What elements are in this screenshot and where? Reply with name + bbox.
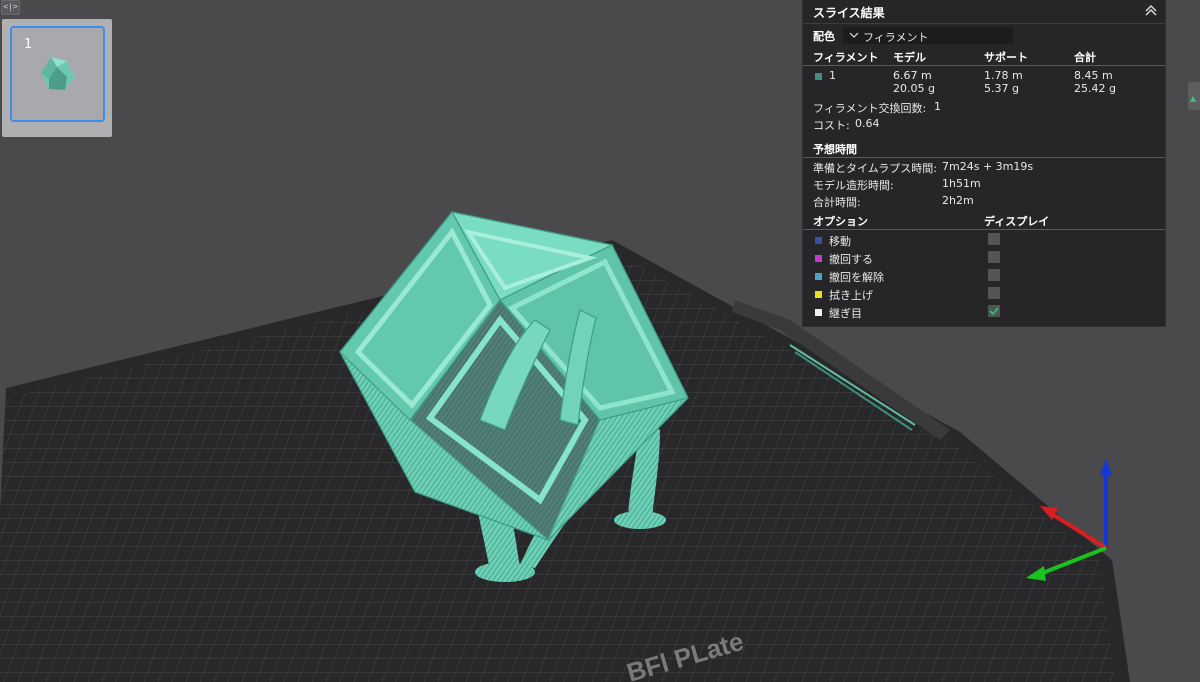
model-length: 6.67 m bbox=[893, 69, 932, 82]
estimated-time-title: 予想時間 bbox=[813, 143, 857, 156]
layer-slider-indicator: ▲ bbox=[1190, 94, 1197, 103]
wipe-swatch bbox=[815, 287, 822, 300]
prep-timelapse-label: 準備とタイムラプス時間: bbox=[813, 162, 937, 175]
chevron-down-icon bbox=[849, 32, 859, 38]
icosahedron-thumbnail-icon bbox=[41, 57, 75, 90]
plate-list-toggle-button[interactable]: <|> bbox=[1, 0, 20, 15]
filament-id: 1 bbox=[829, 69, 836, 82]
options-header: オプション bbox=[813, 215, 868, 228]
travel-display-checkbox[interactable] bbox=[988, 233, 1000, 245]
display-header: ディスプレイ bbox=[984, 215, 1050, 228]
option-label: 拭き上げ bbox=[829, 289, 873, 302]
checkmark-icon bbox=[989, 307, 999, 316]
model-weight: 20.05 g bbox=[893, 82, 935, 95]
filament-changes-label: フィラメント交換回数: bbox=[813, 102, 927, 115]
cost-label: コスト: bbox=[813, 119, 850, 132]
model-print-time-label: モデル造形時間: bbox=[813, 179, 894, 192]
right-sidebar-tab[interactable]: ▲ bbox=[1188, 82, 1200, 110]
total-weight: 25.42 g bbox=[1074, 82, 1116, 95]
color-scheme-label: 配色 bbox=[813, 30, 835, 43]
retract-display-checkbox[interactable] bbox=[988, 251, 1000, 263]
slice-panel-title: スライス結果 bbox=[813, 6, 885, 20]
header-filament: フィラメント bbox=[813, 51, 879, 64]
prep-timelapse-value: 7m24s + 3m19s bbox=[942, 160, 1034, 173]
option-label: 継ぎ目 bbox=[829, 307, 862, 320]
travel-swatch bbox=[815, 233, 822, 246]
header-support: サポート bbox=[984, 51, 1028, 64]
support-length: 1.78 m bbox=[984, 69, 1023, 82]
seam-display-checkbox[interactable] bbox=[988, 305, 1000, 317]
plate-thumbnail[interactable]: 1 bbox=[10, 26, 105, 122]
header-total: 合計 bbox=[1074, 51, 1096, 64]
seam-swatch bbox=[815, 305, 822, 318]
filament-swatch bbox=[815, 69, 822, 82]
support-weight: 5.37 g bbox=[984, 82, 1019, 95]
color-scheme-dropdown[interactable]: フィラメント bbox=[843, 27, 1013, 44]
option-label: 撤回を解除 bbox=[829, 271, 884, 284]
unretract-display-checkbox[interactable] bbox=[988, 269, 1000, 281]
unretract-swatch bbox=[815, 269, 822, 282]
total-time-label: 合計時間: bbox=[813, 196, 861, 209]
time-divider bbox=[803, 157, 1165, 158]
slice-panel-header: スライス結果 bbox=[803, 0, 1165, 24]
retract-swatch bbox=[815, 251, 822, 264]
collapse-chevron-up-icon[interactable] bbox=[1143, 2, 1159, 18]
option-label: 移動 bbox=[829, 235, 851, 248]
header-model: モデル bbox=[893, 51, 926, 64]
total-length: 8.45 m bbox=[1074, 69, 1113, 82]
color-scheme-value: フィラメント bbox=[863, 31, 929, 44]
wipe-display-checkbox[interactable] bbox=[988, 287, 1000, 299]
table-divider bbox=[803, 65, 1165, 66]
options-divider bbox=[803, 229, 1165, 230]
cost-value: 0.64 bbox=[855, 117, 880, 130]
filament-changes-value: 1 bbox=[934, 100, 941, 113]
model-print-time-value: 1h51m bbox=[942, 177, 981, 190]
total-time-value: 2h2m bbox=[942, 194, 974, 207]
option-label: 撤回する bbox=[829, 253, 873, 266]
plate-number: 1 bbox=[24, 37, 33, 52]
plate-list-panel: 1 bbox=[2, 19, 112, 137]
slice-result-panel: スライス結果 配色 フィラメント フィラメント モデル サポート 合計 1 6.… bbox=[803, 0, 1165, 326]
